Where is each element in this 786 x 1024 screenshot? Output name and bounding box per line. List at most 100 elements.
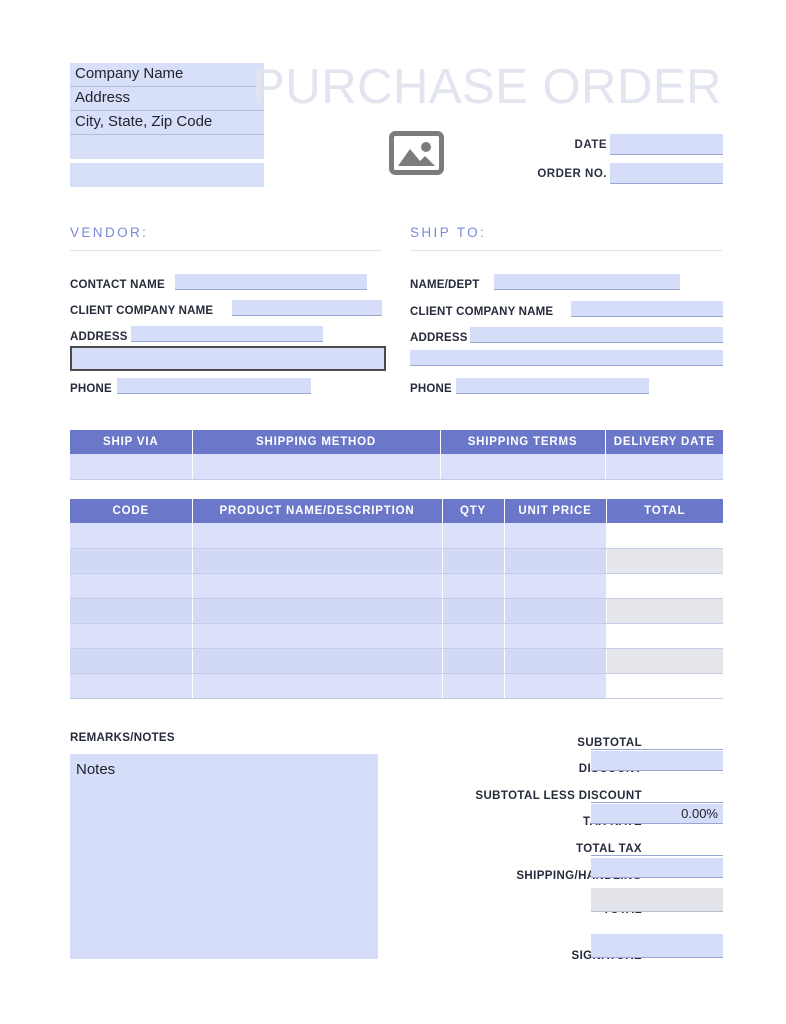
shipping-table-header-row: SHIP VIA SHIPPING METHOD SHIPPING TERMS … <box>70 430 723 454</box>
item-cell-description[interactable] <box>192 523 443 549</box>
company-info-block: Company Name Address City, State, Zip Co… <box>70 63 264 187</box>
item-cell-code[interactable] <box>70 673 193 699</box>
vendor-client-company-name-label: CLIENT COMPANY NAME <box>70 305 214 317</box>
item-cell-unit-price[interactable] <box>504 623 607 649</box>
item-cell-qty[interactable] <box>442 573 505 599</box>
ship-to-phone-input[interactable] <box>456 378 649 394</box>
items-header-qty: QTY <box>442 499 505 523</box>
item-cell-unit-price[interactable] <box>504 648 607 674</box>
image-placeholder-icon[interactable] <box>389 131 444 175</box>
item-cell-total <box>606 598 723 624</box>
tax-rate-value: 0.00% <box>681 806 718 821</box>
item-cell-unit-price[interactable] <box>504 573 607 599</box>
item-cell-qty[interactable] <box>442 673 505 699</box>
vendor-phone-input[interactable] <box>117 378 311 394</box>
tax-rate-input[interactable]: 0.00% <box>591 804 723 824</box>
item-cell-qty[interactable] <box>442 523 505 549</box>
item-cell-unit-price[interactable] <box>504 673 607 699</box>
item-cell-description[interactable] <box>192 648 443 674</box>
item-cell-total <box>606 548 723 574</box>
total-tax-value <box>591 855 723 856</box>
vendor-address-label: ADDRESS <box>70 331 128 343</box>
item-cell-qty[interactable] <box>442 548 505 574</box>
item-cell-description[interactable] <box>192 673 443 699</box>
ship-to-name-dept-label: NAME/DEPT <box>410 279 480 291</box>
shipping-header-shipping-terms: SHIPPING TERMS <box>440 430 606 454</box>
shipping-cell-shipping-terms[interactable] <box>440 454 606 480</box>
item-cell-qty[interactable] <box>442 623 505 649</box>
item-cell-total <box>606 523 723 549</box>
total-value-field <box>591 888 723 912</box>
item-cell-code[interactable] <box>70 523 193 549</box>
item-cell-unit-price[interactable] <box>504 598 607 624</box>
item-cell-code[interactable] <box>70 623 193 649</box>
item-cell-code[interactable] <box>70 598 193 624</box>
item-cell-total <box>606 623 723 649</box>
date-label: DATE <box>574 139 607 151</box>
item-cell-qty[interactable] <box>442 598 505 624</box>
vendor-phone-label: PHONE <box>70 383 112 395</box>
item-cell-unit-price[interactable] <box>504 523 607 549</box>
subtotal-label: SUBTOTAL <box>577 737 642 749</box>
shipping-handling-input[interactable] <box>591 858 723 878</box>
company-name-field[interactable]: Company Name <box>70 63 264 87</box>
ship-to-name-dept-input[interactable] <box>494 274 680 290</box>
remarks-label: REMARKS/NOTES <box>70 732 175 744</box>
ship-to-address-label: ADDRESS <box>410 332 468 344</box>
ship-to-heading: SHIP TO: <box>410 225 487 240</box>
item-cell-total <box>606 573 723 599</box>
vendor-contact-name-input[interactable] <box>175 274 367 290</box>
discount-input[interactable] <box>591 751 723 771</box>
item-cell-total <box>606 648 723 674</box>
item-cell-unit-price[interactable] <box>504 548 607 574</box>
line-items-table: CODE PRODUCT NAME/DESCRIPTION QTY UNIT P… <box>70 499 723 699</box>
table-row <box>70 623 723 649</box>
item-cell-description[interactable] <box>192 598 443 624</box>
company-extra-field-1[interactable] <box>70 135 264 159</box>
subtotal-value <box>591 749 723 750</box>
item-cell-code[interactable] <box>70 548 193 574</box>
order-no-row: ORDER NO. <box>500 163 723 185</box>
ship-to-client-company-name-input[interactable] <box>571 301 723 317</box>
shipping-cell-delivery-date[interactable] <box>605 454 723 480</box>
total-tax-label: TOTAL TAX <box>576 843 642 855</box>
ship-to-phone-label: PHONE <box>410 383 452 395</box>
shipping-details-table: SHIP VIA SHIPPING METHOD SHIPPING TERMS … <box>70 430 723 480</box>
shipping-header-delivery-date: DELIVERY DATE <box>605 430 723 454</box>
ship-to-address-line2-input[interactable] <box>410 350 723 366</box>
date-row: DATE <box>500 134 723 156</box>
table-row <box>70 673 723 699</box>
vendor-client-company-name-input[interactable] <box>232 300 382 316</box>
item-cell-code[interactable] <box>70 648 193 674</box>
company-extra-field-2[interactable] <box>70 163 264 187</box>
table-row <box>70 648 723 674</box>
subtotal-less-discount-value <box>591 802 723 803</box>
page-title: PURCHASE ORDER <box>252 60 722 114</box>
order-no-input[interactable] <box>610 163 723 184</box>
table-row <box>70 573 723 599</box>
company-city-state-zip-field[interactable]: City, State, Zip Code <box>70 111 264 135</box>
ship-to-address-input[interactable] <box>470 327 723 343</box>
vendor-address-input[interactable] <box>131 326 323 342</box>
shipping-header-ship-via: SHIP VIA <box>70 430 193 454</box>
item-cell-total <box>606 673 723 699</box>
date-input[interactable] <box>610 134 723 155</box>
ship-to-rule <box>410 250 722 251</box>
vendor-address-line2-input[interactable] <box>70 346 386 371</box>
shipping-cell-shipping-method[interactable] <box>192 454 441 480</box>
item-cell-description[interactable] <box>192 573 443 599</box>
items-header-unit-price: UNIT PRICE <box>504 499 607 523</box>
item-cell-description[interactable] <box>192 623 443 649</box>
item-cell-qty[interactable] <box>442 648 505 674</box>
signature-input[interactable] <box>591 934 723 958</box>
remarks-notes-input[interactable]: Notes <box>70 754 378 959</box>
vendor-heading: VENDOR: <box>70 225 149 240</box>
shipping-cell-ship-via[interactable] <box>70 454 193 480</box>
company-address-field[interactable]: Address <box>70 87 264 111</box>
subtotal-less-discount-label: SUBTOTAL LESS DISCOUNT <box>475 790 642 802</box>
item-cell-description[interactable] <box>192 548 443 574</box>
vendor-contact-name-label: CONTACT NAME <box>70 279 165 291</box>
purchase-order-page: Company Name Address City, State, Zip Co… <box>0 0 786 1024</box>
table-row <box>70 523 723 549</box>
item-cell-code[interactable] <box>70 573 193 599</box>
